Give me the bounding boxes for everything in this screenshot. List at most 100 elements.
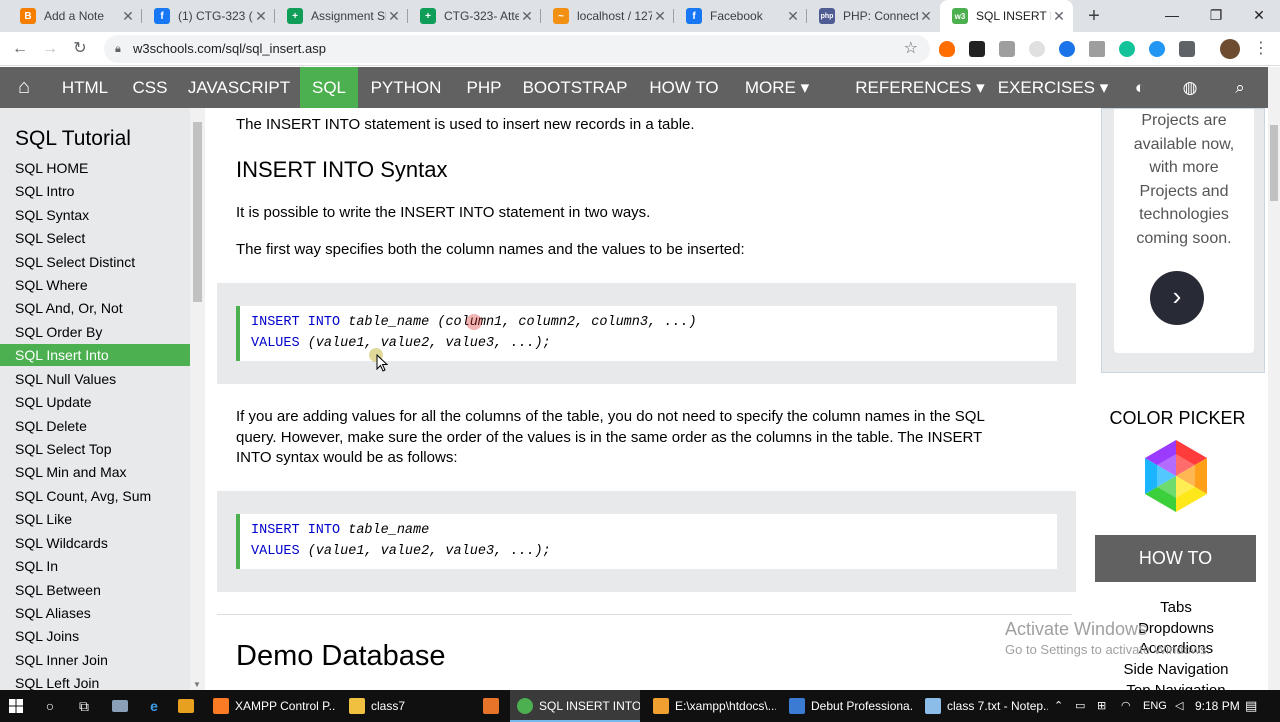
howto-link[interactable]: Tabs	[1087, 599, 1265, 616]
media-player-icon[interactable]	[170, 690, 202, 722]
taskbar-app-chrome[interactable]: SQL INSERT INTO ...	[510, 690, 640, 722]
taskbar-app-xampp[interactable]: XAMPP Control P...	[206, 690, 336, 722]
taskbar-app-sublime[interactable]	[478, 690, 504, 722]
taskbar-app-editor[interactable]: E:\xampp\htdocs\...	[646, 690, 776, 722]
sidebar-item[interactable]: SQL Left Join	[0, 672, 190, 691]
sidebar-item[interactable]: SQL Order By	[0, 321, 190, 343]
browser-tab[interactable]: ~ localhost / 127 ✕	[541, 0, 674, 32]
pinned-app-icon[interactable]	[104, 690, 136, 722]
camera-extension-icon[interactable]	[999, 41, 1015, 57]
code-block[interactable]: INSERT INTO table_name (column1, column2…	[236, 306, 1057, 361]
nav-css[interactable]: CSS	[122, 67, 178, 108]
sidebar-item[interactable]: SQL Wildcards	[0, 532, 190, 554]
browser-tab[interactable]: B Add a Note ✕	[8, 0, 142, 32]
sidebar-item[interactable]: SQL Min and Max	[0, 461, 190, 483]
nav-php[interactable]: PHP	[454, 67, 514, 108]
sidebar-item[interactable]: SQL Like	[0, 508, 190, 530]
profile-avatar[interactable]	[1220, 39, 1240, 59]
battery-icon[interactable]: ▭	[1075, 690, 1085, 722]
sidebar-item[interactable]: SQL Select	[0, 227, 190, 249]
volume-icon[interactable]: ◁	[1175, 690, 1183, 722]
restore-icon[interactable]: ❐	[1194, 0, 1238, 30]
browser-tab-active[interactable]: w3 SQL INSERT IN ✕	[940, 0, 1073, 32]
browser-tab[interactable]: f (1) CTG-323 (A ✕	[142, 0, 275, 32]
nav-more[interactable]: MORE ▾	[732, 67, 822, 108]
close-tab-icon[interactable]: ✕	[918, 8, 934, 25]
network-icon[interactable]: ⊞	[1097, 690, 1106, 722]
translate-globe-icon[interactable]: ◍	[1170, 67, 1210, 108]
chevron-right-icon[interactable]: ›	[1150, 271, 1204, 325]
bookmark-star-icon[interactable]: ☆	[904, 35, 918, 63]
browser-menu-icon[interactable]: ⋮	[1250, 38, 1272, 60]
sidebar-item[interactable]: SQL Syntax	[0, 204, 190, 226]
howto-link[interactable]: Side Navigation	[1087, 661, 1265, 678]
new-tab-button[interactable]: +	[1082, 4, 1106, 28]
edge-icon[interactable]: e	[138, 690, 170, 722]
sidebar-scrollbar-thumb[interactable]	[193, 122, 202, 302]
close-tab-icon[interactable]: ✕	[519, 8, 535, 25]
sidebar-item[interactable]: SQL Where	[0, 274, 190, 296]
home-icon[interactable]: ⌂	[0, 67, 48, 108]
nav-exercises[interactable]: EXERCISES ▾	[992, 67, 1114, 108]
clock[interactable]: 9:18 PM	[1195, 690, 1240, 722]
sidebar-item[interactable]: SQL Null Values	[0, 368, 190, 390]
wifi-icon[interactable]: ◠	[1121, 690, 1131, 722]
address-bar[interactable]: 🔒︎ w3schools.com/sql/sql_insert.asp ☆	[104, 35, 930, 63]
language-indicator[interactable]: ENG	[1143, 690, 1167, 722]
close-tab-icon[interactable]: ✕	[386, 8, 402, 25]
sidebar-item[interactable]: SQL Select Top	[0, 438, 190, 460]
close-tab-icon[interactable]: ✕	[652, 8, 668, 25]
extension-fire-icon[interactable]	[939, 41, 955, 57]
nav-javascript[interactable]: JAVASCRIPT	[178, 67, 300, 108]
nav-python[interactable]: PYTHON	[358, 67, 454, 108]
sidebar-item[interactable]: SQL Inner Join	[0, 649, 190, 671]
extension-badge-icon[interactable]	[969, 41, 985, 57]
notification-icon[interactable]: ▤	[1245, 690, 1257, 722]
nav-how-to[interactable]: HOW TO	[636, 67, 732, 108]
taskbar-app-debut[interactable]: Debut Professiona...	[782, 690, 912, 722]
sidebar-item[interactable]: SQL Intro	[0, 180, 190, 202]
search-icon[interactable]: ○	[34, 690, 66, 722]
reload-icon[interactable]: ↻	[69, 38, 91, 60]
page-scrollbar-thumb[interactable]	[1270, 125, 1278, 201]
sidebar-item[interactable]: SQL Count, Avg, Sum	[0, 485, 190, 507]
sidebar-item[interactable]: SQL Delete	[0, 415, 190, 437]
sidebar-item[interactable]: SQL HOME	[0, 157, 190, 179]
close-tab-icon[interactable]: ✕	[253, 8, 269, 25]
code-block[interactable]: INSERT INTO table_name VALUES (value1, v…	[236, 514, 1057, 569]
browser-tab[interactable]: + CTG-323- Atte ✕	[408, 0, 541, 32]
facebook-extension-icon[interactable]	[1179, 41, 1195, 57]
sidebar-item[interactable]: SQL Update	[0, 391, 190, 413]
tray-chevron-up-icon[interactable]: ⌃	[1054, 690, 1063, 722]
close-window-icon[interactable]: ✕	[1237, 0, 1280, 30]
browser-tab[interactable]: + Assignment Sh ✕	[275, 0, 408, 32]
windows-start-icon[interactable]	[0, 690, 32, 722]
nav-bootstrap[interactable]: BOOTSTRAP	[514, 67, 636, 108]
sidebar-item[interactable]: SQL In	[0, 555, 190, 577]
sidebar-item[interactable]: SQL Aliases	[0, 602, 190, 624]
sidebar-item[interactable]: SQL Joins	[0, 625, 190, 647]
sidebar-scrollbar[interactable]: ▼	[190, 108, 205, 691]
nav-html[interactable]: HTML	[48, 67, 122, 108]
page-scrollbar[interactable]	[1268, 67, 1280, 691]
mail-extension-icon[interactable]	[1089, 41, 1105, 57]
taskbar-app-folder[interactable]: class7	[342, 690, 472, 722]
theme-toggle-icon[interactable]: ◐	[1120, 67, 1160, 108]
task-view-icon[interactable]: ⧉	[68, 690, 100, 722]
color-wheel-icon[interactable]	[1140, 440, 1212, 512]
scroll-down-arrow-icon[interactable]: ▼	[193, 680, 201, 689]
minimize-icon[interactable]: —	[1150, 0, 1194, 30]
close-tab-icon[interactable]: ✕	[785, 8, 801, 25]
close-tab-icon[interactable]: ✕	[1051, 8, 1067, 25]
search-icon[interactable]: ⌕	[1220, 67, 1260, 108]
browser-tab[interactable]: php PHP: Connecti ✕	[807, 0, 940, 32]
nav-sql[interactable]: SQL	[300, 67, 358, 108]
extension-icon[interactable]	[1029, 41, 1045, 57]
extension-globe-icon[interactable]	[1059, 41, 1075, 57]
back-icon[interactable]: ←	[9, 38, 31, 60]
sidebar-item[interactable]: SQL Select Distinct	[0, 251, 190, 273]
close-tab-icon[interactable]: ✕	[120, 8, 136, 25]
sidebar-item[interactable]: SQL Between	[0, 579, 190, 601]
sidebar-item-active[interactable]: SQL Insert Into	[0, 344, 190, 366]
nav-references[interactable]: REFERENCES ▾	[852, 67, 988, 108]
